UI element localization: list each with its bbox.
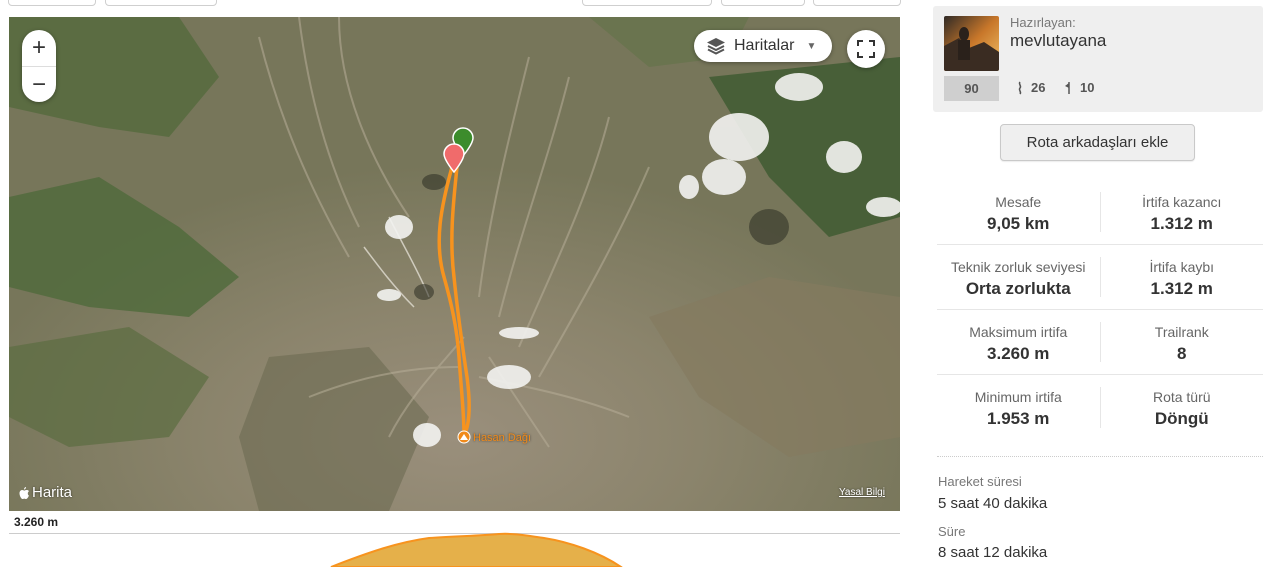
moving-time-value: 5 saat 40 dakika <box>938 495 1048 512</box>
stat-cell: Trailrank 8 <box>1101 322 1264 363</box>
followers-icon <box>1018 80 1022 95</box>
stat-title: Trailrank <box>1154 324 1209 340</box>
stat-value: 3.260 m <box>987 344 1050 363</box>
trail-stats: Mesafe 9,05 km İrtifa kazancı 1.312 m Te… <box>937 180 1263 440</box>
trails-stat: 10 <box>1064 80 1094 95</box>
elevation-area <box>330 532 623 567</box>
stat-row: Minimum irtifa 1.953 m Rota türü Döngü <box>937 375 1263 440</box>
moving-time-label: Hareket süresi <box>938 474 1022 489</box>
stat-title: Mesafe <box>995 194 1042 210</box>
layers-icon <box>707 38 725 55</box>
zoom-control: + − <box>22 30 56 102</box>
total-time-label: Süre <box>938 524 966 539</box>
author-card: Hazırlayan: mevlutayana 90 26 10 <box>933 6 1263 112</box>
stat-value: 1.953 m <box>987 409 1050 428</box>
trail-flag-icon <box>1065 81 1070 94</box>
author-name[interactable]: mevlutayana <box>1010 31 1106 51</box>
total-time-value: 8 saat 12 dakika <box>938 544 1048 561</box>
legal-info-link[interactable]: Yasal Bilgi <box>839 487 885 498</box>
zoom-in-button[interactable]: + <box>22 30 56 66</box>
top-action-button-1[interactable] <box>8 0 96 6</box>
elevation-profile-chart[interactable] <box>9 530 900 567</box>
fullscreen-icon <box>857 40 875 58</box>
map-layers-label: Haritalar <box>734 37 795 54</box>
followers-stat: 26 <box>1015 80 1045 95</box>
stat-cell: İrtifa kaybı 1.312 m <box>1101 257 1264 298</box>
end-marker-icon[interactable] <box>443 143 465 173</box>
author-caption: Hazırlayan: <box>1010 15 1076 30</box>
add-companions-button[interactable]: Rota arkadaşları ekle <box>1000 124 1195 161</box>
peak-icon[interactable] <box>457 430 471 444</box>
stat-title: Maksimum irtifa <box>969 324 1068 340</box>
stat-value: 1.312 m <box>1150 279 1213 298</box>
fullscreen-button[interactable] <box>847 30 885 68</box>
top-action-button-3[interactable] <box>582 0 712 6</box>
elevation-max-label: 3.260 m <box>14 515 59 529</box>
stat-value: Orta zorlukta <box>965 279 1071 298</box>
stat-cell: İrtifa kazancı 1.312 m <box>1101 192 1264 233</box>
stat-cell: Mesafe 9,05 km <box>937 192 1101 233</box>
stat-title: Minimum irtifa <box>974 389 1062 405</box>
stat-title: İrtifa kazancı <box>1142 194 1222 210</box>
stat-cell: Rota türü Döngü <box>1101 387 1264 428</box>
followers-count: 26 <box>1031 80 1046 95</box>
map-layers-button[interactable]: Haritalar ▼ <box>694 30 832 62</box>
top-action-button-2[interactable] <box>105 0 217 6</box>
peak-label[interactable]: Hasan Dağı <box>473 432 531 444</box>
avatar-image <box>944 16 999 71</box>
route-map[interactable]: Hasan Dağı + − Haritalar ▼ Harita Yasal … <box>9 17 900 511</box>
stat-row: Teknik zorluk seviyesi Orta zorlukta İrt… <box>937 245 1263 310</box>
stat-cell: Minimum irtifa 1.953 m <box>937 387 1101 428</box>
stats-divider <box>937 456 1263 457</box>
top-action-button-4[interactable] <box>721 0 805 6</box>
zoom-out-button[interactable]: − <box>22 67 56 102</box>
top-action-button-5[interactable] <box>813 0 901 6</box>
stat-value: 8 <box>1177 344 1187 363</box>
apple-logo-icon <box>19 486 29 499</box>
chevron-down-icon: ▼ <box>806 40 817 52</box>
stat-value: 9,05 km <box>987 214 1050 233</box>
stat-row: Maksimum irtifa 3.260 m Trailrank 8 <box>937 310 1263 375</box>
stat-row: Mesafe 9,05 km İrtifa kazancı 1.312 m <box>937 180 1263 245</box>
trails-count: 10 <box>1080 80 1095 95</box>
stat-title: Rota türü <box>1152 389 1211 405</box>
map-brand-label: Harita <box>32 484 73 501</box>
stat-value: Döngü <box>1154 409 1209 428</box>
stat-cell: Teknik zorluk seviyesi Orta zorlukta <box>937 257 1101 298</box>
stat-title: İrtifa kaybı <box>1149 259 1215 275</box>
author-score-badge: 90 <box>944 76 999 101</box>
stat-value: 1.312 m <box>1150 214 1213 233</box>
stat-cell: Maksimum irtifa 3.260 m <box>937 322 1101 363</box>
satellite-terrain <box>9 17 900 511</box>
map-brand: Harita <box>18 484 72 501</box>
avatar[interactable] <box>944 16 999 71</box>
stat-title: Teknik zorluk seviyesi <box>950 259 1086 275</box>
